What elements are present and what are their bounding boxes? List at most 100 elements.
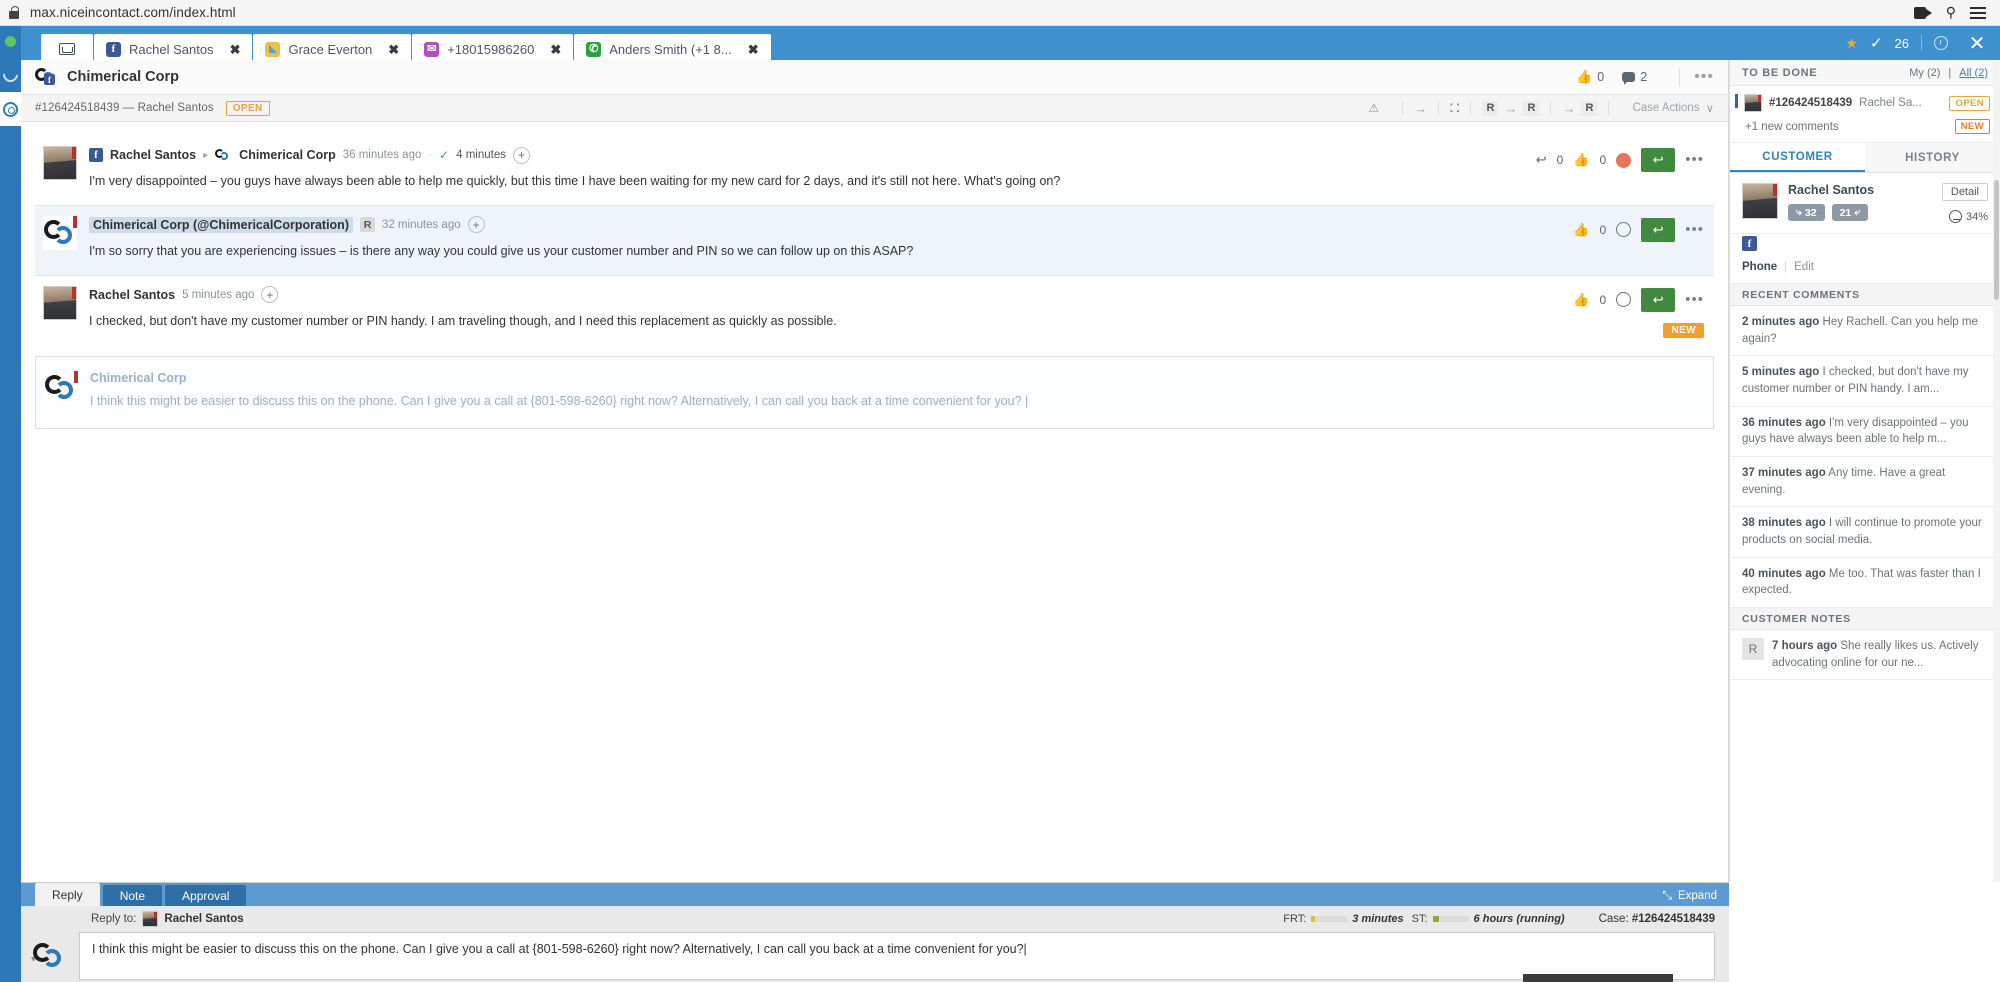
to-be-done-header: TO BE DONE My (2) | All (2) — [1730, 60, 2000, 86]
avatar — [43, 215, 77, 250]
window-close-icon[interactable]: ✕ — [1960, 28, 1994, 58]
thumbs-up-icon[interactable]: 👍 — [1573, 292, 1589, 308]
tab-history[interactable]: HISTORY — [1865, 143, 2000, 172]
list-item[interactable]: 37 minutes ago Any time. Have a great ev… — [1730, 457, 2000, 508]
facebook-icon[interactable]: f — [1742, 236, 1757, 251]
reply-input[interactable]: I think this might be easier to discuss … — [79, 932, 1715, 980]
camera-icon[interactable] — [1913, 6, 1932, 19]
rail-item-status[interactable] — [0, 26, 21, 59]
detail-button[interactable]: Detail — [1941, 183, 1988, 201]
comments-stat[interactable]: 2 — [1622, 70, 1647, 85]
list-item[interactable]: 2 minutes ago Hey Rachell. Can you help … — [1730, 306, 2000, 357]
message-more-icon[interactable]: ••• — [1685, 152, 1704, 167]
facebook-icon: f — [106, 41, 121, 57]
message-sender[interactable]: Rachel Santos — [110, 148, 196, 162]
add-tag-icon[interactable]: + — [512, 146, 530, 164]
close-icon[interactable]: ✖ — [550, 43, 561, 56]
to-be-done-item[interactable]: #126424518439 Rachel Sa... OPEN +1 new c… — [1730, 86, 2000, 143]
composer-channel-selector[interactable]: ▾ — [21, 932, 79, 980]
sentiment-icon[interactable] — [1616, 152, 1632, 168]
sentiment-value: 34% — [1965, 210, 1988, 223]
escalate-badge[interactable]: R — [1581, 100, 1598, 116]
list-item[interactable]: 40 minutes ago Me too. That was faster t… — [1730, 558, 2000, 609]
menu-icon[interactable] — [1970, 6, 1986, 19]
group-icon[interactable]: ⛚ — [1450, 100, 1459, 116]
sms-icon: ✉ — [424, 41, 440, 57]
case-header: f Chimerical Corp 👍 0 2 ••• — [21, 60, 1728, 95]
expand-button[interactable]: ⤡ Expand — [1662, 888, 1729, 906]
url-text[interactable]: max.niceincontact.com/index.html — [30, 5, 236, 20]
message-sender[interactable]: Chimerical Corp (@ChimericalCorporation) — [89, 216, 353, 233]
divider: | — [1784, 261, 1788, 273]
rail-item-settings[interactable] — [0, 92, 21, 126]
sentiment-icon[interactable] — [1616, 222, 1632, 238]
composer-overlay-bar — [1523, 974, 1673, 982]
message-more-icon[interactable]: ••• — [1685, 292, 1704, 307]
customer-card-actions: Detail 34% — [1941, 183, 1988, 223]
case-more-icon[interactable]: ••• — [1694, 69, 1714, 85]
clock-icon[interactable] — [1934, 36, 1948, 50]
pin-icon[interactable]: ⚲ — [1946, 4, 1956, 21]
thumbs-up-icon[interactable]: 👍 — [1573, 152, 1589, 168]
reply-button[interactable]: ↩ — [1641, 217, 1676, 242]
to-be-done-title: TO BE DONE — [1742, 66, 1818, 79]
warning-icon[interactable]: ⚠ — [1368, 101, 1379, 115]
thumbs-up-icon[interactable]: 👍 — [1573, 222, 1589, 238]
reply-button[interactable]: ↩ — [1641, 148, 1676, 172]
sentiment-icon[interactable] — [1616, 292, 1632, 307]
following-chip[interactable]: 21 ⤶ — [1831, 204, 1869, 221]
tab-note[interactable]: Note — [102, 885, 163, 906]
tab-label: Grace Everton — [288, 41, 373, 57]
likes-stat[interactable]: 👍 0 — [1576, 69, 1604, 85]
list-item[interactable]: 38 minutes ago I will continue to promot… — [1730, 507, 2000, 558]
assignee-from-badge[interactable]: R — [1482, 100, 1499, 116]
message-body: Rachel Santos 5 minutes ago + I checked,… — [89, 286, 1706, 331]
new-badge: NEW — [1663, 323, 1704, 339]
agent-initial-badge: R — [359, 217, 375, 233]
star-icon[interactable]: ★ — [1845, 35, 1858, 52]
edit-phone-link[interactable]: Edit — [1794, 261, 1814, 273]
like-count: 0 — [1599, 292, 1607, 307]
message-more-icon[interactable]: ••• — [1685, 222, 1704, 237]
rail-item-link[interactable] — [0, 59, 22, 92]
channel-glyph: ✆ — [589, 42, 599, 55]
list-item[interactable]: R 7 hours ago She really likes us. Activ… — [1730, 630, 2000, 681]
message-sender[interactable]: Rachel Santos — [89, 288, 175, 302]
filter-all[interactable]: All (2) — [1959, 67, 1988, 79]
followers-chip[interactable]: ⤷ 32 — [1788, 204, 1825, 221]
draft-message[interactable]: Chimerical Corp I think this might be ea… — [35, 356, 1714, 430]
sidebar-scrollbar[interactable] — [1993, 60, 2000, 882]
reply-arrow-icon[interactable]: ↩ — [1536, 152, 1547, 168]
comment-time: 5 minutes ago — [1742, 366, 1820, 379]
to-be-done-item-subrow: +1 new comments NEW — [1744, 119, 1990, 134]
list-item[interactable]: 36 minutes ago I'm very disappointed – y… — [1730, 407, 2000, 458]
customer-info: Rachel Santos ⤷ 32 21 ⤶ — [1788, 183, 1932, 223]
note-content: 7 hours ago She really likes us. Activel… — [1772, 638, 1988, 671]
message-text: I checked, but don't have my customer nu… — [89, 313, 837, 328]
case-actions-dropdown[interactable]: Case Actions ∨ — [1632, 101, 1714, 115]
add-tag-icon[interactable]: + — [261, 286, 279, 303]
check-icon[interactable]: ✓ — [1870, 34, 1883, 52]
tab-customer[interactable]: CUSTOMER — [1730, 143, 1865, 172]
list-item[interactable]: 5 minutes ago I checked, but don't have … — [1730, 356, 2000, 407]
add-tag-icon[interactable]: + — [467, 216, 485, 234]
close-icon[interactable]: ✖ — [230, 43, 241, 56]
filter-my[interactable]: My (2) — [1909, 67, 1940, 79]
message-header: Rachel Santos 5 minutes ago + — [89, 286, 1706, 304]
reply-button[interactable]: ↩ — [1641, 287, 1676, 312]
message-text: I'm so sorry that you are experiencing i… — [89, 243, 914, 258]
st-bar — [1432, 916, 1469, 922]
message-actions: ↩ 0 👍 0 ↩ ••• — [1536, 148, 1704, 172]
tab-approval[interactable]: Approval — [165, 885, 247, 906]
divider: | — [1948, 66, 1952, 79]
case-subheader: #126424518439 — Rachel Santos OPEN ⚠ → ⛚… — [21, 95, 1728, 122]
assignee-to-badge[interactable]: R — [1523, 100, 1540, 116]
divider — [1402, 101, 1404, 115]
following-count: 21 — [1839, 206, 1852, 219]
tab-reply[interactable]: Reply — [35, 883, 100, 906]
transfer-arrow-icon[interactable]: → — [1414, 101, 1427, 116]
close-icon[interactable]: ✖ — [388, 43, 399, 56]
close-icon[interactable]: ✖ — [748, 43, 759, 56]
message-item: f Rachel Santos ▸ Chimerical Corp 36 min… — [35, 136, 1714, 205]
divider — [1679, 68, 1681, 86]
